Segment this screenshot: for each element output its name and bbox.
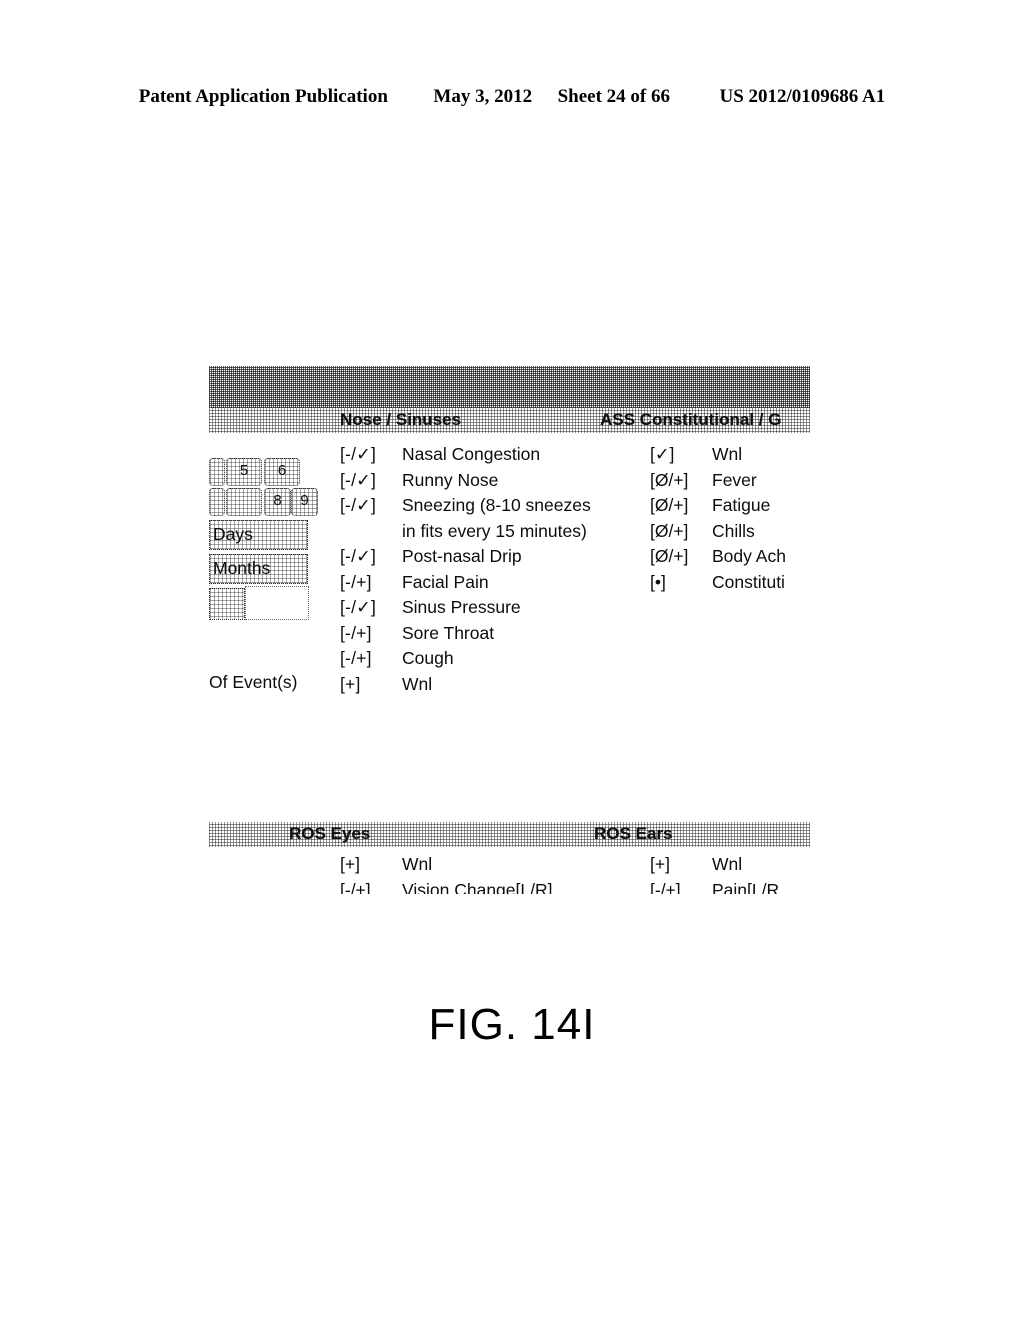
symptom-label: Runny Nose (402, 469, 499, 490)
symptom-row[interactable]: [-/+] Sore Throat (340, 621, 591, 647)
symptom-row[interactable]: [-/✓] Runny Nose (340, 468, 591, 494)
symptom-row[interactable]: [+] Wnl (340, 672, 591, 698)
symptom-label: Sneezing (8-10 sneezes (402, 495, 591, 515)
symptom-label: Wnl (402, 854, 433, 874)
symptom-label: Vision Change[L/R] (402, 879, 553, 895)
section-title-nose-sinuses: Nose / Sinuses (340, 410, 461, 429)
symptom-marker[interactable]: [Ø/+] (650, 544, 712, 570)
symptom-label: Fever (712, 469, 757, 490)
symptom-marker[interactable]: [-/+] (340, 621, 402, 647)
symptom-label: Sinus Pressure (402, 597, 521, 617)
symptom-marker[interactable]: [-/✓] (340, 468, 402, 494)
symptom-label: Wnl (712, 854, 743, 874)
publication-date: May 3, 2012 (433, 86, 533, 107)
nose-sinuses-symptom-list: [-/✓] Nasal Congestion [-/✓] Runny Nose [-… (340, 442, 591, 697)
keypad-key-partial-left-2[interactable] (209, 488, 225, 516)
symptom-marker[interactable]: [-/+] (340, 878, 402, 895)
patent-publication-number: US 2012/0109686 A1 (719, 86, 886, 107)
symptom-label: Wnl (402, 673, 433, 694)
symptom-label: Sore Throat (402, 622, 495, 643)
symptom-marker[interactable]: [✓] (650, 442, 712, 468)
symptom-label: Fatigue (712, 495, 771, 515)
keypad-key-8[interactable]: 8 (264, 488, 291, 516)
ros-main-screen-capture: Nose / Sinuses ASS Constitutional / G 5 … (209, 366, 810, 704)
ros-eyes-ears-screen-capture: ROS Eyes ROS Ears [+] Wnl [-/+] Vision Cha… (209, 822, 810, 894)
symptom-row[interactable]: [+] Wnl (340, 852, 552, 878)
duration-unit-months-button[interactable]: Months (209, 554, 308, 584)
symptom-row[interactable]: [✓] Wnl (650, 442, 786, 468)
symptom-marker[interactable]: [+] (340, 672, 402, 698)
constitutional-symptom-list: [✓] Wnl [Ø/+] Fever [Ø/+] Fatigue [Ø/+] Chil… (650, 442, 786, 595)
symptom-marker[interactable]: [-/✓] (340, 442, 402, 468)
duration-control-cluster: 5 6 8 9 Days Months (209, 458, 318, 648)
symptom-marker[interactable]: [-/✓] (340, 493, 402, 519)
symptom-marker[interactable]: [-/+] (650, 878, 712, 895)
symptom-label: Facial Pain (402, 571, 489, 592)
symptom-label: Post-nasal Drip (402, 546, 522, 566)
symptom-marker[interactable]: [-/+] (340, 646, 402, 672)
symptom-row[interactable]: [Ø/+] Body Ach (650, 544, 786, 570)
duration-value-input[interactable] (245, 586, 309, 620)
symptom-row[interactable]: [Ø/+] Fatigue (650, 493, 786, 519)
keypad-key-blank[interactable] (226, 488, 262, 516)
symptom-row[interactable]: [Ø/+] Fever (650, 468, 786, 494)
symptom-row[interactable]: [•] Constituti (650, 570, 786, 596)
symptom-label: Pain[L/R (712, 879, 780, 895)
keypad-key-9[interactable]: 9 (291, 488, 318, 516)
symptom-marker[interactable]: [+] (650, 852, 712, 878)
figure-caption: FIG. 14I (428, 1000, 596, 1049)
symptom-label: Constituti (712, 571, 785, 592)
duration-indicator-swatch (209, 588, 245, 620)
symptom-label: Cough (402, 648, 454, 668)
symptom-row[interactable]: [Ø/+] Chills (650, 519, 786, 545)
symptom-marker[interactable]: [Ø/+] (650, 493, 712, 519)
duration-unit-days-button[interactable]: Days (209, 520, 308, 550)
symptom-label: Chills (712, 520, 755, 541)
section-title-ros-ears: ROS Ears (594, 824, 673, 843)
publication-label: Patent Application Publication (138, 86, 388, 107)
ros-ears-symptom-list: [+] Wnl [-/+] Pain[L/R (650, 852, 779, 894)
symptom-marker[interactable]: [Ø/+] (650, 468, 712, 494)
symptom-row[interactable]: [-/✓] Sinus Pressure (340, 595, 591, 621)
symptom-label: Body Ach (712, 546, 786, 566)
section-title-constitutional: ASS Constitutional / G (600, 410, 782, 429)
symptom-row[interactable]: [+] Wnl (650, 852, 779, 878)
symptom-label: Wnl (712, 444, 743, 464)
symptom-marker[interactable]: [+] (340, 852, 402, 878)
panel-title-band (209, 366, 810, 408)
symptom-row[interactable]: [-/+] Facial Pain (340, 570, 591, 596)
symptom-marker[interactable]: [Ø/+] (650, 519, 712, 545)
symptom-row[interactable]: [-/+] Pain[L/R (650, 878, 779, 895)
symptom-row[interactable]: [-/+] Cough (340, 646, 591, 672)
symptom-marker[interactable]: [•] (650, 570, 712, 596)
symptom-row[interactable]: [-/✓] Post-nasal Drip (340, 544, 591, 570)
patent-page-header: Patent Application Publication May 3, 20… (0, 86, 1024, 108)
keypad-key-6[interactable]: 6 (264, 458, 300, 486)
ros-eyes-symptom-list: [+] Wnl [-/+] Vision Change[L/R] (340, 852, 552, 894)
symptom-row[interactable]: [-/+] Vision Change[L/R] (340, 878, 552, 895)
symptom-marker[interactable]: [-/+] (340, 570, 402, 596)
of-events-label: Of Event(s) (209, 672, 298, 692)
symptom-row[interactable]: [-/✓] Sneezing (8-10 sneezes in fits ever… (340, 493, 591, 544)
symptom-row[interactable]: [-/✓] Nasal Congestion (340, 442, 591, 468)
keypad-key-partial-left[interactable] (209, 458, 225, 486)
section-title-ros-eyes: ROS Eyes (289, 824, 371, 843)
sheet-number: Sheet 24 of 66 (557, 86, 670, 107)
symptom-marker[interactable]: [-/✓] (340, 595, 402, 621)
symptom-label-continuation: in fits every 15 minutes) (402, 520, 587, 541)
keypad-key-5[interactable]: 5 (226, 458, 262, 486)
symptom-marker[interactable]: [-/✓] (340, 544, 402, 570)
symptom-label: Nasal Congestion (402, 444, 541, 464)
